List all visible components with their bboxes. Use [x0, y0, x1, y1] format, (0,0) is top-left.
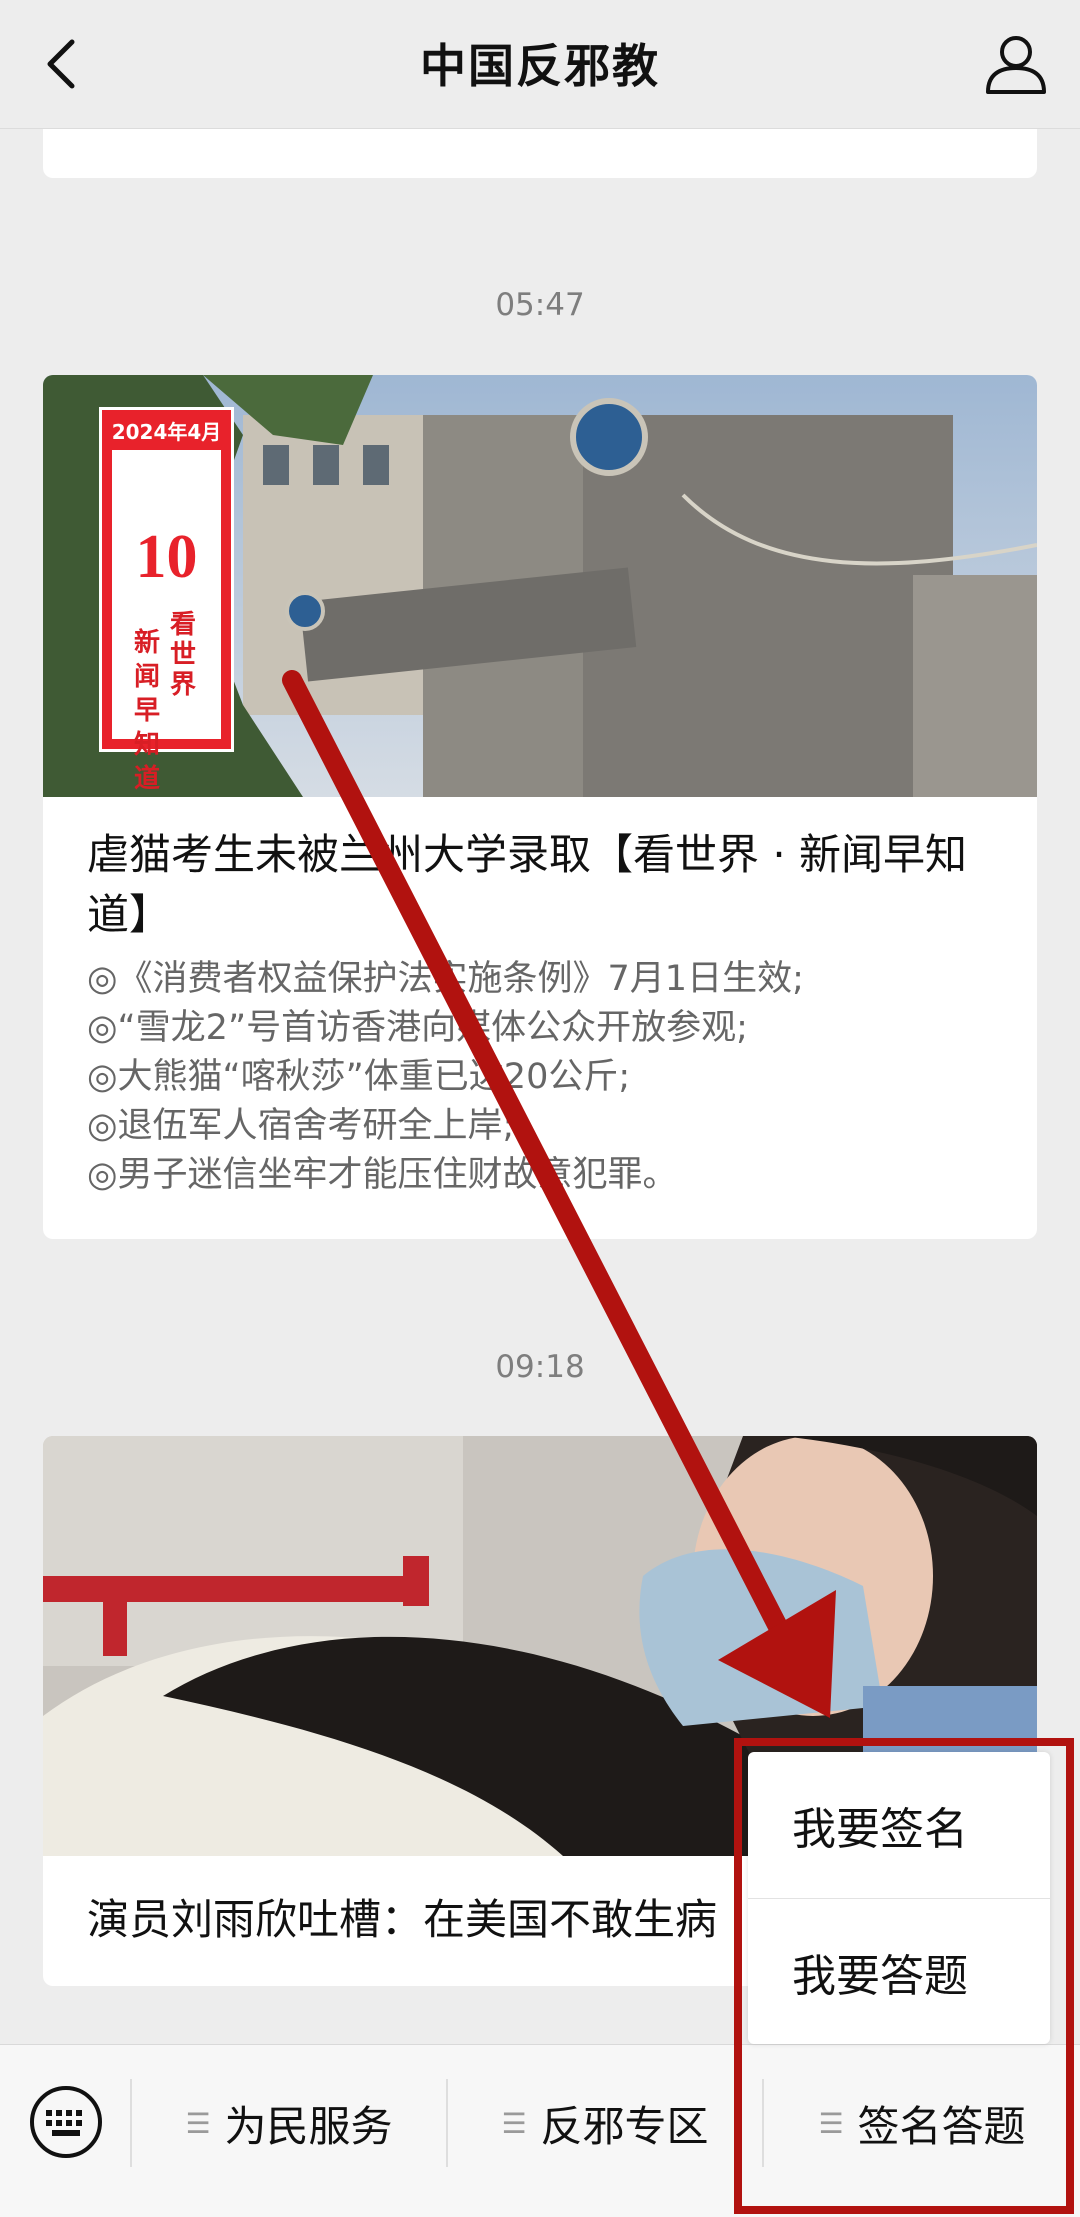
article-title: 虐猫考生未被兰州大学录取【看世界 · 新闻早知道】 [87, 830, 968, 939]
message-timestamp: 09:18 [495, 1349, 585, 1385]
menu-item-anti-cult[interactable]: ☰ 反邪专区 [448, 2085, 762, 2161]
news-calendar-badge: 2024年4月 10 看世界 新闻早知道 [99, 407, 234, 794]
digest-line: ◎大熊猫“喀秋莎”体重已达20公斤; [87, 1057, 631, 1097]
submenu-popup: 我要签名 我要答题 [748, 1752, 1050, 2044]
badge-tag-left: 新闻早知道 [134, 628, 161, 794]
submenu-item-quiz[interactable]: 我要答题 [748, 1899, 1050, 2045]
page-title: 中国反邪教 [420, 39, 660, 93]
digest-line: ◎“雪龙2”号首访香港向媒体公众开放参观; [87, 1008, 748, 1048]
keyboard-icon[interactable] [28, 2084, 104, 2160]
article-card[interactable]: 2024年4月 10 看世界 新闻早知道 虐猫考生未被兰州大学录取【看世界 · … [43, 375, 1037, 1239]
menu-lines-icon: ☰ [818, 2106, 844, 2140]
digest-line: ◎男子迷信坐牢才能压住财故意犯罪。 [87, 1155, 678, 1195]
submenu-item-sign[interactable]: 我要签名 [748, 1752, 1050, 1898]
menu-item-label: 签名答题 [857, 2101, 1026, 2151]
badge-day: 10 [135, 523, 198, 591]
digest-line: ◎《消费者权益保护法实施条例》7月1日生效; [87, 959, 804, 999]
menu-lines-icon: ☰ [185, 2106, 211, 2140]
article-cover-image: 2024年4月 10 看世界 新闻早知道 [43, 375, 1037, 797]
menu-lines-icon: ☰ [501, 2106, 527, 2140]
article-digest: ◎《消费者权益保护法实施条例》7月1日生效; ◎“雪龙2”号首访香港向媒体公众开… [87, 955, 1007, 1200]
message-timestamp: 05:47 [495, 287, 585, 323]
badge-tag-right: 看世界 [170, 610, 197, 700]
menu-item-service[interactable]: ☰ 为民服务 [132, 2085, 446, 2161]
menu-item-sign-quiz[interactable]: ☰ 签名答题 [764, 2085, 1080, 2161]
menu-item-label: 为民服务 [224, 2101, 393, 2151]
person-icon[interactable] [980, 28, 1052, 100]
bottom-menu-bar: ☰ 为民服务 ☰ 反邪专区 ☰ 签名答题 [0, 2044, 1080, 2217]
digest-line: ◎退伍军人宿舍考研全上岸; [87, 1106, 515, 1146]
badge-date: 2024年4月 [111, 420, 222, 444]
top-nav-bar: 中国反邪教 [0, 0, 1080, 129]
menu-item-label: 反邪专区 [540, 2101, 709, 2151]
